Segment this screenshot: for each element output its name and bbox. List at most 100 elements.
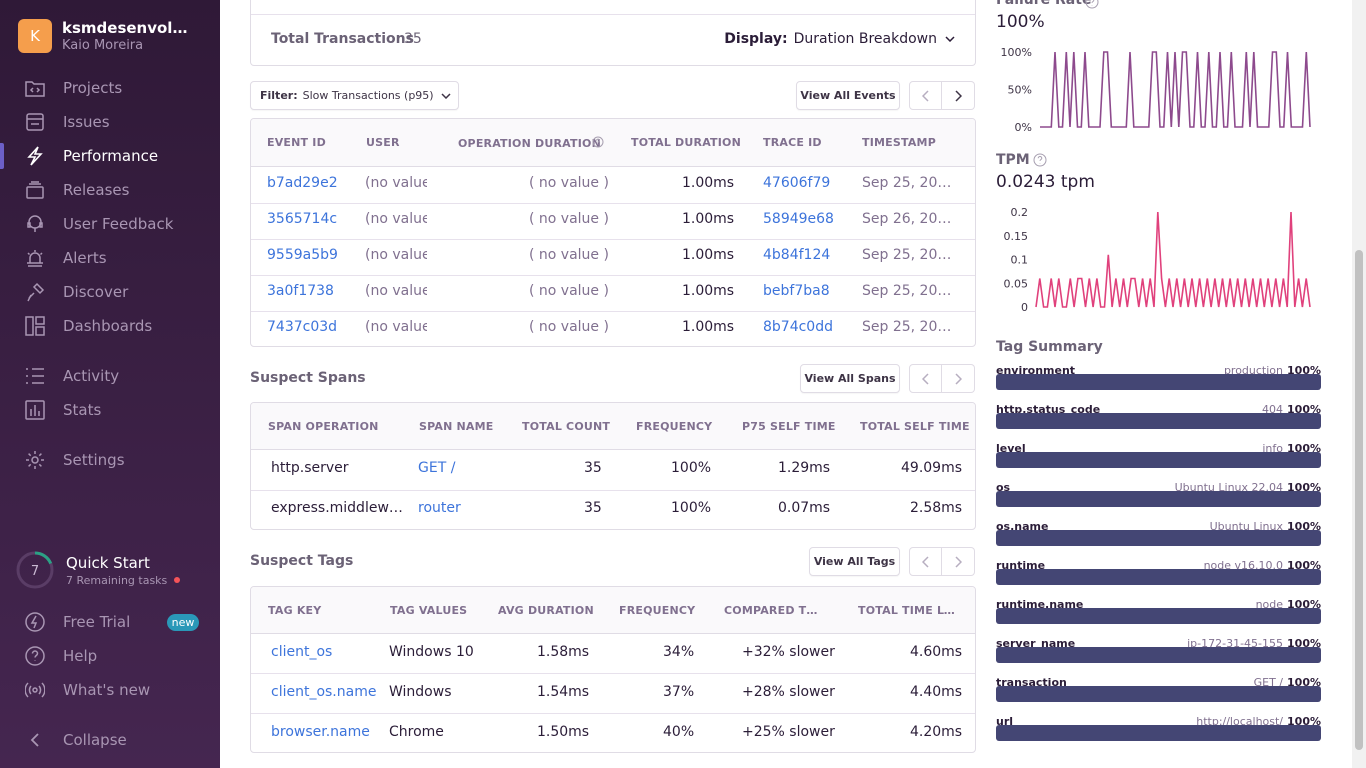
column-header[interactable]: EVENT ID (267, 136, 326, 149)
event-id-link[interactable]: 9559a5b9 (267, 247, 338, 263)
event-id-link[interactable]: 3565714c (267, 211, 337, 227)
column-header[interactable]: SPAN OPERATION (268, 420, 379, 433)
tag-key-link[interactable]: client_os (271, 644, 332, 660)
total-duration-cell: 1.00ms (682, 247, 735, 263)
column-header[interactable]: FREQUENCY (636, 420, 712, 433)
operation-duration-cell: ( no value ) (529, 247, 609, 263)
compared-to-avg-cell: +28% slower (742, 684, 835, 700)
column-header[interactable]: USER (366, 136, 400, 149)
column-header[interactable]: TAG KEY (268, 604, 321, 617)
nav-whats-new[interactable]: What's new (0, 673, 220, 707)
column-header[interactable]: TAG VALUES (390, 604, 467, 617)
nav-performance[interactable]: Performance (0, 139, 220, 173)
nav-activity[interactable]: Activity (0, 359, 220, 393)
column-header[interactable]: FREQUENCY (619, 604, 695, 617)
span-name-link[interactable]: router (418, 500, 461, 516)
nav-label: Activity (63, 367, 120, 385)
next-page-button[interactable] (942, 364, 975, 393)
column-header[interactable]: AVG DURATION (498, 604, 594, 617)
span-name-link[interactable]: GET / (418, 460, 455, 476)
next-page-button[interactable] (942, 547, 975, 576)
tag-distribution-bar[interactable] (996, 413, 1321, 429)
chevron-right-icon (955, 555, 962, 568)
total-time-lost-cell: 4.20ms (910, 724, 963, 740)
user-cell: (no value) (365, 175, 427, 191)
trace-id-link[interactable]: 4b84f124 (763, 247, 830, 263)
column-header[interactable]: P75 SELF TIME (742, 420, 836, 433)
broadcast-icon (24, 679, 46, 701)
nav-releases[interactable]: Releases (0, 173, 220, 207)
avg-duration-cell: 1.54ms (537, 684, 590, 700)
nav-dashboards[interactable]: Dashboards (0, 309, 220, 343)
tag-distribution-bar[interactable] (996, 647, 1321, 663)
column-header[interactable]: COMPARED TO AVG (724, 604, 819, 617)
scrollbar-thumb[interactable] (1355, 250, 1363, 750)
event-id-link[interactable]: b7ad29e2 (267, 175, 338, 191)
nav-issues[interactable]: Issues (0, 105, 220, 139)
scrollbar[interactable] (1352, 0, 1366, 768)
quick-start[interactable]: 7 Quick Start 7 Remaining tasks (15, 550, 181, 590)
nav-stats[interactable]: Stats (0, 393, 220, 427)
tag-distribution-bar[interactable] (996, 608, 1321, 624)
tag-distribution-bar[interactable] (996, 569, 1321, 585)
filter-value: Slow Transactions (p95) (302, 89, 434, 102)
next-page-button[interactable] (942, 81, 975, 110)
prev-page-button[interactable] (909, 81, 942, 110)
tag-distribution-bar[interactable] (996, 374, 1321, 390)
quick-start-subtitle: 7 Remaining tasks (66, 573, 168, 587)
display-dropdown[interactable]: Display: Duration Breakdown (724, 31, 955, 47)
prev-page-button[interactable] (909, 547, 942, 576)
spans-table: SPAN OPERATION SPAN NAME TOTAL COUNT FRE… (250, 402, 976, 530)
help-icon[interactable] (1033, 153, 1047, 167)
tag-distribution-bar[interactable] (996, 530, 1321, 546)
column-header[interactable]: TOTAL COUNT (522, 420, 610, 433)
view-all-tags-button[interactable]: View All Tags (809, 547, 900, 576)
tag-distribution-bar[interactable] (996, 725, 1321, 741)
summary-panel: Total Transactions 35 Display: Duration … (250, 0, 976, 66)
column-header[interactable]: TRACE ID (763, 136, 822, 149)
view-all-events-button[interactable]: View All Events (796, 81, 900, 110)
nav-user-feedback[interactable]: User Feedback (0, 207, 220, 241)
tag-key-link[interactable]: client_os.name (271, 684, 376, 700)
notification-dot (174, 577, 181, 583)
tag-distribution-bar[interactable] (996, 686, 1321, 702)
nav-label: Performance (63, 147, 159, 165)
prev-page-button[interactable] (909, 364, 942, 393)
nav-discover[interactable]: Discover (0, 275, 220, 309)
column-header[interactable]: TIMESTAMP (862, 136, 936, 149)
collapse-sidebar-button[interactable]: Collapse (0, 723, 220, 757)
nav-help[interactable]: Help (0, 639, 220, 673)
org-switcher[interactable]: K ksmdesenvolvimento Kaio Moreira (18, 19, 197, 53)
tag-value-cell: Chrome (389, 724, 444, 740)
quick-start-title: Quick Start (66, 553, 150, 572)
tag-distribution-bar[interactable] (996, 452, 1321, 468)
event-id-link[interactable]: 7437c03d (267, 319, 337, 335)
view-all-spans-button[interactable]: View All Spans (800, 364, 900, 393)
tag-distribution-bar[interactable] (996, 491, 1321, 507)
column-header[interactable]: OPERATION DURATION (458, 137, 601, 150)
chevron-left-icon (921, 89, 929, 102)
compared-to-avg-cell: +25% slower (742, 724, 835, 740)
tag-key-link[interactable]: browser.name (271, 724, 370, 740)
event-id-link[interactable]: 3a0f1738 (267, 283, 334, 299)
total-self-time-cell: 49.09ms (901, 460, 963, 476)
column-header[interactable]: SPAN NAME (419, 420, 494, 433)
trace-id-link[interactable]: 47606f79 (763, 175, 830, 191)
help-icon[interactable] (592, 136, 604, 148)
column-header[interactable]: TOTAL DURATION (631, 136, 741, 149)
total-count-cell: 35 (584, 500, 602, 516)
trace-id-link[interactable]: bebf7ba8 (763, 283, 830, 299)
trace-id-link[interactable]: 58949e68 (763, 211, 834, 227)
nav-settings[interactable]: Settings (0, 443, 220, 477)
spans-pager (909, 364, 975, 393)
trace-id-link[interactable]: 8b74c0dd (763, 319, 833, 335)
nav-free-trial[interactable]: Free Trial new (0, 605, 220, 639)
column-header[interactable]: TOTAL SELF TIME (860, 420, 970, 433)
column-header[interactable]: TOTAL TIME LOST (858, 604, 960, 617)
nav-alerts[interactable]: Alerts (0, 241, 220, 275)
nav-projects[interactable]: Projects (0, 71, 220, 105)
help-icon[interactable] (1085, 0, 1099, 9)
operation-duration-cell: ( no value ) (529, 211, 609, 227)
filter-dropdown[interactable]: Filter: Slow Transactions (p95) (250, 81, 459, 110)
span-operation-cell: http.server (271, 460, 349, 476)
